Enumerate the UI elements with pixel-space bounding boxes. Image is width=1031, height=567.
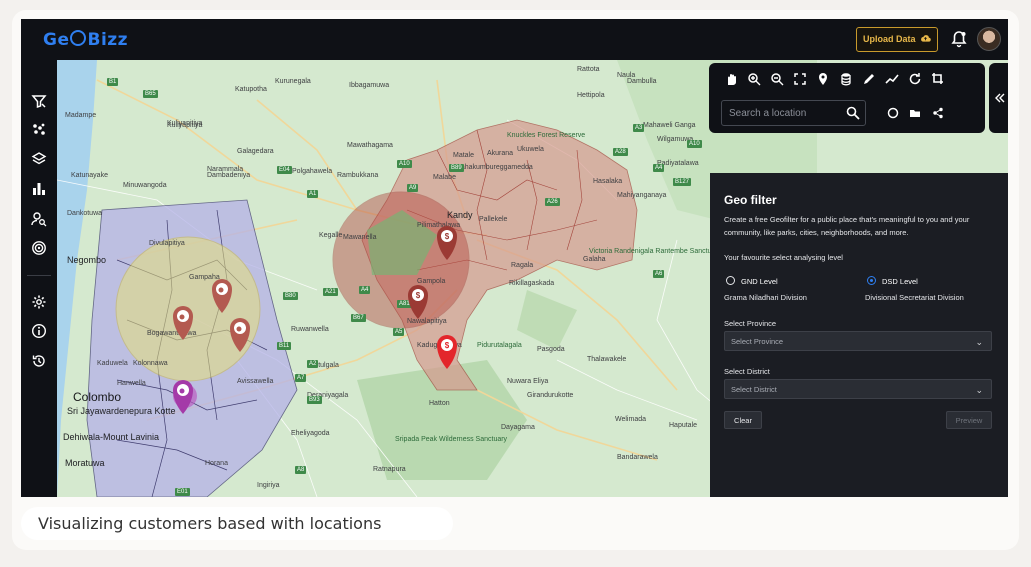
target-icon[interactable]	[31, 240, 47, 256]
search-placeholder: Search a location	[729, 108, 807, 119]
pencil-icon[interactable]	[861, 71, 877, 87]
province-select-value: Select Province	[731, 337, 784, 346]
district-label: Select District	[724, 367, 770, 376]
dsd-level-label[interactable]: DSD Level	[882, 277, 918, 286]
geobizz-app: Ge Bizz Upload Data Madampe Katupotha Ku…	[21, 19, 1008, 497]
upload-data-button[interactable]: Upload Data	[856, 27, 938, 52]
clear-button[interactable]: Clear	[724, 411, 762, 429]
store-pin-icon[interactable]: $	[408, 285, 428, 319]
logo-text-left: Ge	[43, 30, 70, 50]
district-select[interactable]: Select District ⌄	[724, 379, 992, 399]
map-canvas[interactable]: Madampe Katupotha Kurunegala Ibbagamuwa Hett…	[57, 60, 1008, 497]
upload-data-label: Upload Data	[862, 34, 916, 44]
layers-stack-icon[interactable]	[838, 71, 854, 87]
globe-icon	[70, 30, 87, 46]
left-sidebar	[21, 60, 57, 497]
zoom-out-icon[interactable]	[769, 71, 785, 87]
dsd-level-radio[interactable]	[867, 276, 876, 285]
province-label: Select Province	[724, 319, 777, 328]
customer-pin-icon[interactable]	[230, 318, 250, 352]
customer-pin-icon[interactable]	[212, 279, 232, 313]
geo-filter-panel: Geo filter Create a free Geofilter for a…	[710, 173, 1008, 497]
trend-line-icon[interactable]	[884, 71, 900, 87]
circle-icon[interactable]	[887, 107, 899, 119]
user-avatar[interactable]	[977, 27, 1001, 51]
settings-icon[interactable]	[31, 294, 47, 310]
gnd-level-radio[interactable]	[726, 276, 735, 285]
pin-icon[interactable]	[815, 71, 831, 87]
district-select-value: Select District	[731, 385, 777, 394]
customer-pin-icon[interactable]	[173, 380, 193, 414]
fullscreen-icon[interactable]	[792, 71, 808, 87]
user-search-icon[interactable]	[31, 211, 47, 227]
scatter-icon[interactable]	[31, 122, 47, 138]
svg-text:$: $	[416, 291, 421, 300]
history-icon[interactable]	[31, 353, 47, 369]
svg-text:$: $	[445, 232, 450, 241]
logo[interactable]: Ge Bizz	[43, 30, 128, 50]
store-pin-icon[interactable]: $	[437, 226, 457, 260]
customer-pin-icon[interactable]	[173, 306, 193, 340]
zoom-in-icon[interactable]	[746, 71, 762, 87]
hand-icon[interactable]	[723, 71, 739, 87]
share-icon[interactable]	[932, 107, 944, 119]
chevron-down-icon: ⌄	[975, 385, 983, 395]
search-icon[interactable]	[846, 106, 860, 120]
crop-icon[interactable]	[930, 71, 946, 87]
bar-chart-icon[interactable]	[31, 181, 47, 197]
level-label: Your favourite select analysing level	[724, 253, 843, 262]
info-icon[interactable]	[31, 323, 47, 339]
location-search-input[interactable]: Search a location	[721, 100, 866, 126]
double-chevron-left-icon	[995, 93, 1005, 103]
map-toolbar: Search a location	[709, 63, 985, 133]
gnd-level-sub: Grama Niladhari Division	[724, 293, 807, 302]
dsd-level-sub: Divisional Secretariat Division	[865, 293, 964, 302]
store-pin-icon-selected[interactable]: $	[437, 335, 457, 369]
filter-icon[interactable]	[31, 93, 47, 109]
chevron-down-icon: ⌄	[975, 337, 983, 347]
gnd-level-label[interactable]: GND Level	[741, 277, 778, 286]
panel-title: Geo filter	[724, 193, 777, 207]
panel-description: Create a free Geofilter for a public pla…	[724, 215, 970, 237]
cloud-upload-icon	[921, 35, 931, 42]
refresh-icon[interactable]	[907, 71, 923, 87]
preview-button[interactable]: Preview	[946, 411, 992, 429]
svg-text:$: $	[445, 341, 450, 350]
province-select[interactable]: Select Province ⌄	[724, 331, 992, 351]
layers-icon[interactable]	[31, 151, 47, 167]
collapse-toolbar-button[interactable]	[989, 63, 1008, 133]
top-bar: Ge Bizz Upload Data	[21, 19, 1008, 60]
caption-label: Visualizing customers based with locatio…	[21, 507, 453, 540]
logo-text-right: Bizz	[87, 30, 129, 50]
folder-icon[interactable]	[909, 107, 921, 119]
notification-bell-icon[interactable]	[951, 30, 967, 48]
sidebar-divider	[27, 275, 51, 276]
